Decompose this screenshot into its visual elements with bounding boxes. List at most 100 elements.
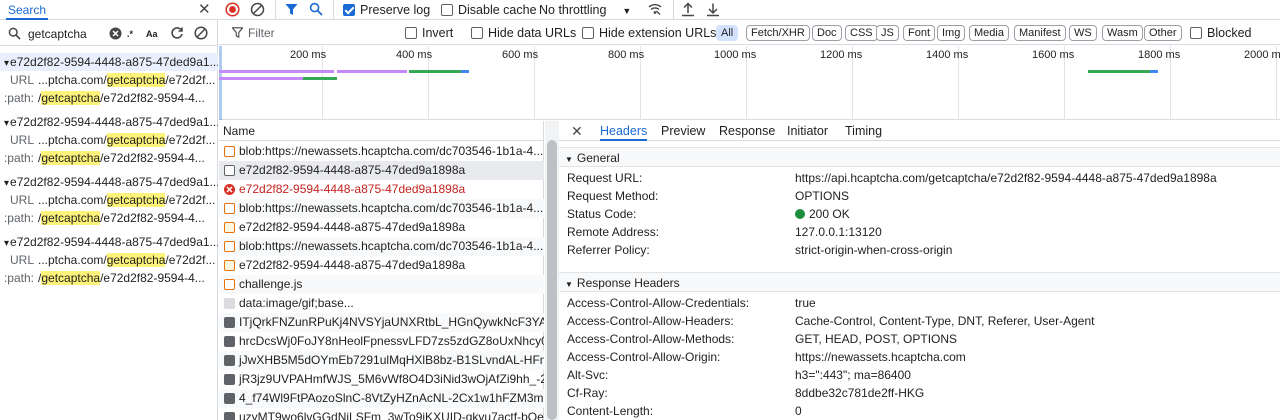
search-result-match[interactable]: :path:/getcaptcha/e72d2f82-9594-4... xyxy=(0,209,218,227)
search-result-match[interactable]: :path:/getcaptcha/e72d2f82-9594-4... xyxy=(0,89,218,107)
search-result-title[interactable]: ▾e72d2f82-9594-4448-a875-47ded9a1... xyxy=(0,173,218,191)
image-icon xyxy=(224,412,235,420)
type-filter-doc[interactable]: Doc xyxy=(812,25,842,41)
url-prefix: ...ptcha.com/ xyxy=(38,253,107,267)
detail-tabs: ✕ Headers Preview Response Initiator Timing xyxy=(559,121,1280,141)
url-key: URL xyxy=(9,73,34,87)
expand-arrow-icon[interactable]: ▾ xyxy=(4,238,9,249)
timeline-handle[interactable] xyxy=(219,46,222,120)
request-row[interactable]: ITjQrkFNZunRPuKj4NVSYjaUNXRtbL_HGnQywkNc… xyxy=(219,313,544,332)
scrollbar-thumb[interactable] xyxy=(547,140,557,420)
checkbox[interactable] xyxy=(471,27,483,39)
disable-cache-checkbox[interactable]: Disable cache xyxy=(441,0,537,20)
close-icon[interactable]: ✕ xyxy=(198,1,211,19)
tab-timing[interactable]: Timing xyxy=(845,121,882,141)
search-result-match[interactable]: URL ...ptcha.com/getcaptcha/e72d2f... xyxy=(0,71,218,89)
preserve-log-checkbox[interactable]: Preserve log xyxy=(343,0,430,20)
url-suffix: /e72d2f... xyxy=(165,253,216,267)
general-section-header[interactable]: ▼ General xyxy=(559,147,1280,167)
checkbox[interactable] xyxy=(441,4,453,16)
blocked-responses-checkbox[interactable]: Blocked respo xyxy=(1190,23,1280,60)
type-filter-css[interactable]: CSS xyxy=(845,25,878,41)
request-row[interactable]: blob:https://newassets.hcaptcha.com/dc70… xyxy=(219,199,544,218)
header-value-text: OPTIONS xyxy=(795,189,850,203)
request-name: blob:https://newassets.hcaptcha.com/dc70… xyxy=(239,239,544,253)
request-row[interactable]: jR3jz9UVPAHmfWJS_5M6vWf8O4D3iNid3wOjAfZi… xyxy=(219,370,544,389)
request-row[interactable]: e72d2f82-9594-4448-a875-47ded9a1898a xyxy=(219,256,544,275)
request-name: e72d2f82-9594-4448-a875-47ded9a1898a xyxy=(239,163,466,177)
request-row[interactable]: data:image/gif;base... xyxy=(219,294,544,313)
header-value: 200 OK xyxy=(795,205,850,223)
request-row[interactable]: challenge.js xyxy=(219,275,544,294)
request-row[interactable]: hrcDcsWj0FoJY8nHeolFpnessvLFD7zs5zdGZ8oU… xyxy=(219,332,544,351)
request-row[interactable]: e72d2f82-9594-4448-a875-47ded9a1898a xyxy=(219,161,544,180)
refresh-icon[interactable] xyxy=(170,26,184,40)
type-filter-font[interactable]: Font xyxy=(903,25,936,41)
caret-down-icon: ▼ xyxy=(565,155,573,164)
request-row[interactable]: e72d2f82-9594-4448-a875-47ded9a1898a xyxy=(219,180,544,199)
search-result-name: e72d2f82-9594-4448-a875-47ded9a1... xyxy=(10,235,218,249)
hide-data-urls-checkbox[interactable]: Hide data URLs xyxy=(471,23,576,43)
checkbox[interactable] xyxy=(405,27,417,39)
type-filter-media[interactable]: Media xyxy=(969,25,1009,41)
request-row[interactable]: blob:https://newassets.hcaptcha.com/dc70… xyxy=(219,142,544,161)
tab-headers[interactable]: Headers xyxy=(600,121,648,141)
type-filter-ws[interactable]: WS xyxy=(1069,25,1097,41)
record-icon[interactable] xyxy=(225,2,240,17)
close-detail-icon[interactable]: ✕ xyxy=(571,121,583,141)
import-har-icon[interactable] xyxy=(681,2,695,17)
checkbox-checked[interactable] xyxy=(343,4,355,16)
search-result-match[interactable]: :path:/getcaptcha/e72d2f82-9594-4... xyxy=(0,149,218,167)
name-column-header[interactable]: Name xyxy=(219,121,544,141)
search-result-match[interactable]: URL ...ptcha.com/getcaptcha/e72d2f... xyxy=(0,191,218,209)
clear-icon[interactable] xyxy=(250,2,265,17)
regex-toggle[interactable]: .* xyxy=(127,26,133,42)
search-result-match[interactable]: URL ...ptcha.com/getcaptcha/e72d2f... xyxy=(0,251,218,269)
search-result-match[interactable]: :path:/getcaptcha/e72d2f82-9594-4... xyxy=(0,269,218,287)
network-conditions-icon[interactable] xyxy=(647,1,663,17)
type-filter-img[interactable]: Img xyxy=(937,25,966,41)
type-filter-manifest[interactable]: Manifest xyxy=(1014,25,1066,41)
checkbox[interactable] xyxy=(582,27,594,39)
type-filter-js[interactable]: JS xyxy=(876,25,899,41)
search-result-title[interactable]: ▾e72d2f82-9594-4448-a875-47ded9a1... xyxy=(0,53,218,71)
request-row[interactable]: 4_f74Wl9FtPAozoSlnC-8VtZyHZnAcNL-2Cx1w1h… xyxy=(219,389,544,408)
search-input[interactable]: getcaptcha xyxy=(28,26,87,42)
checkbox[interactable] xyxy=(1190,27,1202,39)
search-result-match[interactable]: URL ...ptcha.com/getcaptcha/e72d2f... xyxy=(0,131,218,149)
type-filter-fetchxhr[interactable]: Fetch/XHR xyxy=(746,25,810,41)
network-toolbar: Preserve log Disable cache No throttling… xyxy=(219,0,1280,20)
request-row[interactable]: uzyMT9wo6lvGGdNiLSFm_3wTo9jKXUID-qkyu7ac… xyxy=(219,408,544,420)
expand-arrow-icon[interactable]: ▾ xyxy=(4,118,9,129)
response-headers-section-header[interactable]: ▼ Response Headers xyxy=(559,272,1280,292)
clear-results-icon[interactable] xyxy=(194,26,208,40)
type-filter-all[interactable]: All xyxy=(716,25,739,41)
match-case-toggle[interactable]: Aa xyxy=(146,26,158,42)
invert-checkbox[interactable]: Invert xyxy=(405,23,453,43)
filter-icon[interactable] xyxy=(285,3,298,16)
request-row[interactable]: e72d2f82-9594-4448-a875-47ded9a1898a xyxy=(219,218,544,237)
hide-extension-urls-checkbox[interactable]: Hide extension URLs xyxy=(582,23,716,43)
url-prefix: ...ptcha.com/ xyxy=(38,193,107,207)
filter-input[interactable]: Filter xyxy=(248,25,275,41)
timeline-tick-label: 800 ms xyxy=(608,49,645,61)
tab-preview[interactable]: Preview xyxy=(661,121,705,141)
expand-arrow-icon[interactable]: ▾ xyxy=(4,58,9,69)
request-row[interactable]: blob:https://newassets.hcaptcha.com/dc70… xyxy=(219,237,544,256)
export-har-icon[interactable] xyxy=(706,2,720,17)
search-tab[interactable]: Search xyxy=(6,0,49,20)
tab-response[interactable]: Response xyxy=(719,121,775,141)
search-result-title[interactable]: ▾e72d2f82-9594-4448-a875-47ded9a1... xyxy=(0,113,218,131)
type-filter-wasm[interactable]: Wasm xyxy=(1102,25,1143,41)
type-filter-other[interactable]: Other xyxy=(1144,25,1182,41)
path-key: :path: xyxy=(3,271,34,285)
expand-arrow-icon[interactable]: ▾ xyxy=(4,178,9,189)
timeline-overview[interactable]: 200 ms 400 ms 600 ms 800 ms 1000 ms 1200 ms 14… xyxy=(219,46,1280,120)
throttling-select[interactable]: No throttling ▼ xyxy=(539,0,631,20)
request-row[interactable]: jJwXHB5M5dOYmEb7291ulMqHXlB8bz-B1SLvndAL… xyxy=(219,351,544,370)
clear-search-icon[interactable] xyxy=(109,27,122,40)
tab-initiator[interactable]: Initiator xyxy=(787,121,828,141)
search-result-title[interactable]: ▾e72d2f82-9594-4448-a875-47ded9a1... xyxy=(0,233,218,251)
search-network-icon[interactable] xyxy=(309,2,323,16)
url-suffix: /e72d2f... xyxy=(165,193,216,207)
